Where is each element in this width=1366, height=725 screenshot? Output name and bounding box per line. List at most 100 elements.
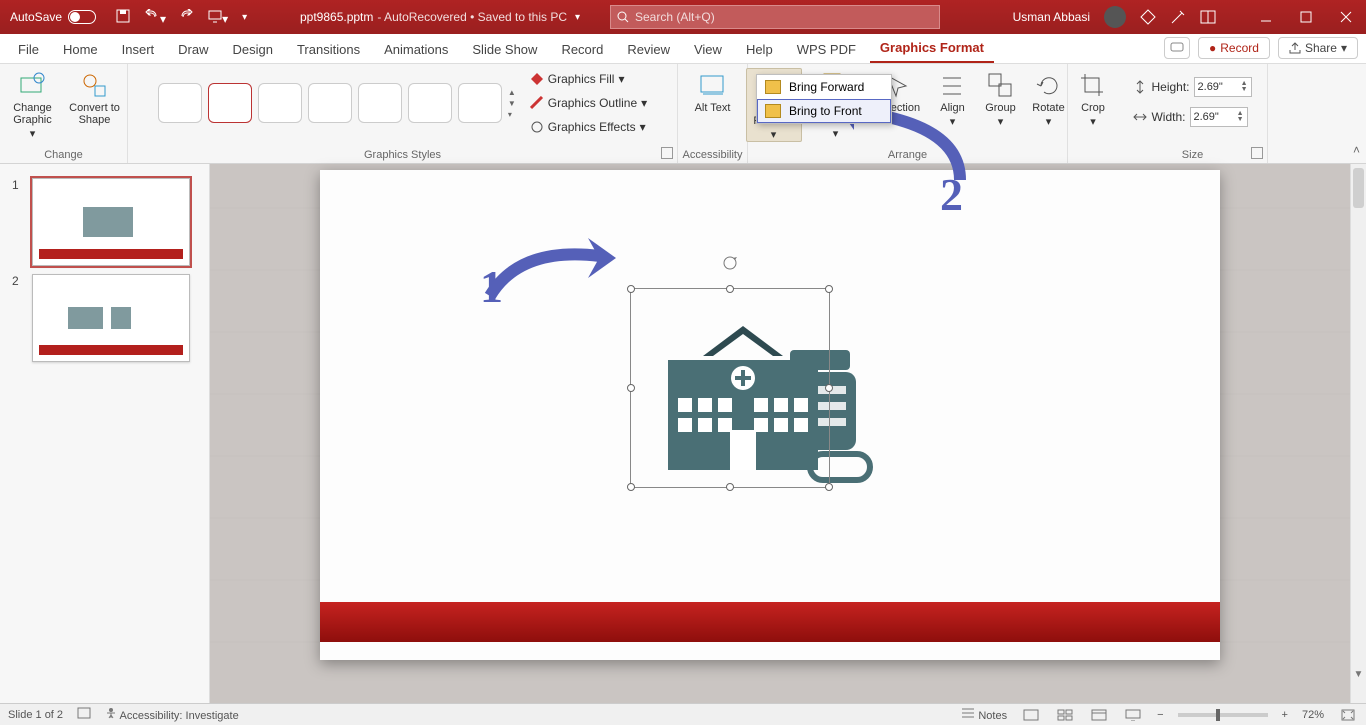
tab-graphics-format[interactable]: Graphics Format [870, 34, 994, 63]
zoom-level[interactable]: 72% [1302, 709, 1324, 721]
zoom-slider-thumb[interactable] [1216, 709, 1220, 721]
reading-view-icon[interactable] [1089, 707, 1109, 723]
menu-bring-to-front[interactable]: Bring to Front [757, 99, 891, 123]
style-preset[interactable] [358, 83, 402, 123]
language-icon[interactable] [77, 707, 91, 722]
slideshow-view-icon[interactable] [1123, 707, 1143, 723]
search-box[interactable] [610, 5, 940, 29]
group-objects-label: Group [985, 102, 1016, 114]
resize-handle[interactable] [627, 384, 635, 392]
tab-draw[interactable]: Draw [168, 36, 218, 63]
slide-thumbnail-1[interactable] [32, 178, 190, 266]
chevron-down-icon[interactable]: ▾ [571, 12, 580, 23]
style-preset[interactable] [308, 83, 352, 123]
notes-button[interactable]: Notes [961, 707, 1007, 722]
accessibility-status[interactable]: Accessibility: Investigate [105, 707, 239, 722]
size-dialog-launcher[interactable] [1251, 147, 1263, 159]
user-name[interactable]: Usman Abbasi [1013, 10, 1090, 24]
tab-design[interactable]: Design [223, 36, 283, 63]
group-objects-button[interactable]: Group ▾ [980, 68, 1022, 142]
ribbon: Change Graphic ▾ Convert to Shape Change… [0, 64, 1366, 164]
tab-file[interactable]: File [8, 36, 49, 63]
gallery-more-icon[interactable]: ▾ [508, 110, 516, 119]
alt-text-button[interactable]: Alt Text [685, 68, 741, 114]
record-button[interactable]: ● Record [1198, 37, 1270, 59]
tab-wpspdf[interactable]: WPS PDF [787, 36, 866, 63]
resize-handle[interactable] [825, 384, 833, 392]
tab-insert[interactable]: Insert [112, 36, 165, 63]
style-preset[interactable] [408, 83, 452, 123]
autosave-label: AutoSave [10, 10, 62, 24]
resize-handle[interactable] [825, 285, 833, 293]
bring-forward-menu: Bring Forward Bring to Front [756, 74, 892, 124]
avatar[interactable] [1104, 6, 1126, 28]
save-icon[interactable] [116, 9, 130, 26]
normal-view-icon[interactable] [1021, 707, 1041, 723]
rotate-handle-icon[interactable] [722, 255, 738, 271]
present-icon[interactable]: ▾ [208, 9, 228, 26]
vertical-scrollbar[interactable]: ▼ [1350, 164, 1366, 703]
close-button[interactable] [1326, 0, 1366, 34]
collapse-ribbon-icon[interactable]: ˄ [1353, 143, 1360, 157]
search-input[interactable] [635, 10, 933, 24]
style-preset[interactable] [258, 83, 302, 123]
height-input[interactable]: 2.69"▲▼ [1194, 77, 1252, 97]
selection-box[interactable] [630, 288, 830, 488]
width-label: Width: [1151, 110, 1185, 124]
gallery-up-icon[interactable]: ▲ [508, 88, 516, 97]
menu-bring-forward[interactable]: Bring Forward [757, 75, 891, 99]
qat-more-icon[interactable]: ▾ [242, 12, 247, 23]
resize-handle[interactable] [825, 483, 833, 491]
convert-to-shape-button[interactable]: Convert to Shape [67, 68, 123, 140]
zoom-out-button[interactable]: − [1157, 709, 1163, 721]
diamond-icon[interactable] [1140, 9, 1156, 25]
tab-slideshow[interactable]: Slide Show [462, 36, 547, 63]
fit-to-window-icon[interactable] [1338, 707, 1358, 723]
undo-icon[interactable]: ▾ [144, 9, 166, 26]
scroll-thumb[interactable] [1353, 168, 1364, 208]
graphics-effects-button[interactable]: Graphics Effects ▾ [530, 116, 647, 138]
zoom-slider[interactable] [1178, 713, 1268, 717]
tab-view[interactable]: View [684, 36, 732, 63]
graphics-fill-button[interactable]: Graphics Fill ▾ [530, 68, 647, 90]
style-preset[interactable] [208, 83, 252, 123]
rotate-button[interactable]: Rotate ▾ [1028, 68, 1070, 142]
slide-thumbnail-2[interactable] [32, 274, 190, 362]
resize-handle[interactable] [726, 285, 734, 293]
style-preset[interactable] [458, 83, 502, 123]
group-graphics-styles: ▲ ▼ ▾ Graphics Fill ▾ Graphics Outline ▾ G… [128, 64, 678, 163]
tab-home[interactable]: Home [53, 36, 108, 63]
sorter-view-icon[interactable] [1055, 707, 1075, 723]
window-mode-icon[interactable] [1200, 10, 1216, 24]
gallery-down-icon[interactable]: ▼ [508, 99, 516, 108]
tab-help[interactable]: Help [736, 36, 783, 63]
share-button[interactable]: Share ▾ [1278, 37, 1358, 59]
tab-record[interactable]: Record [551, 36, 613, 63]
change-graphic-button[interactable]: Change Graphic ▾ [5, 68, 61, 140]
style-preset[interactable] [158, 83, 202, 123]
graphics-outline-button[interactable]: Graphics Outline ▾ [530, 92, 647, 114]
crop-button[interactable]: Crop ▾ [1065, 68, 1121, 128]
convert-to-shape-label: Convert to Shape [67, 102, 123, 126]
slide-thumbnail-panel: 1 2 [0, 164, 210, 703]
style-gallery[interactable]: ▲ ▼ ▾ [158, 83, 516, 123]
minimize-button[interactable] [1246, 0, 1286, 34]
maximize-button[interactable] [1286, 0, 1326, 34]
tab-animations[interactable]: Animations [374, 36, 458, 63]
resize-handle[interactable] [627, 483, 635, 491]
tab-review[interactable]: Review [617, 36, 680, 63]
width-input[interactable]: 2.69"▲▼ [1190, 107, 1248, 127]
styles-dialog-launcher[interactable] [661, 147, 673, 159]
zoom-in-button[interactable]: + [1282, 709, 1288, 721]
slide-canvas-area[interactable]: 1 ▼ [210, 164, 1366, 703]
scroll-down-icon[interactable]: ▼ [1353, 667, 1364, 681]
redo-icon[interactable] [180, 9, 194, 26]
work-area: 1 2 [0, 164, 1366, 703]
group-crop: Crop ▾ [1068, 64, 1118, 163]
autosave-toggle[interactable]: AutoSave [0, 10, 106, 24]
slide[interactable]: 1 [320, 170, 1220, 660]
wand-icon[interactable] [1170, 9, 1186, 25]
resize-handle[interactable] [726, 483, 734, 491]
comments-button[interactable] [1164, 37, 1190, 59]
tab-transitions[interactable]: Transitions [287, 36, 370, 63]
